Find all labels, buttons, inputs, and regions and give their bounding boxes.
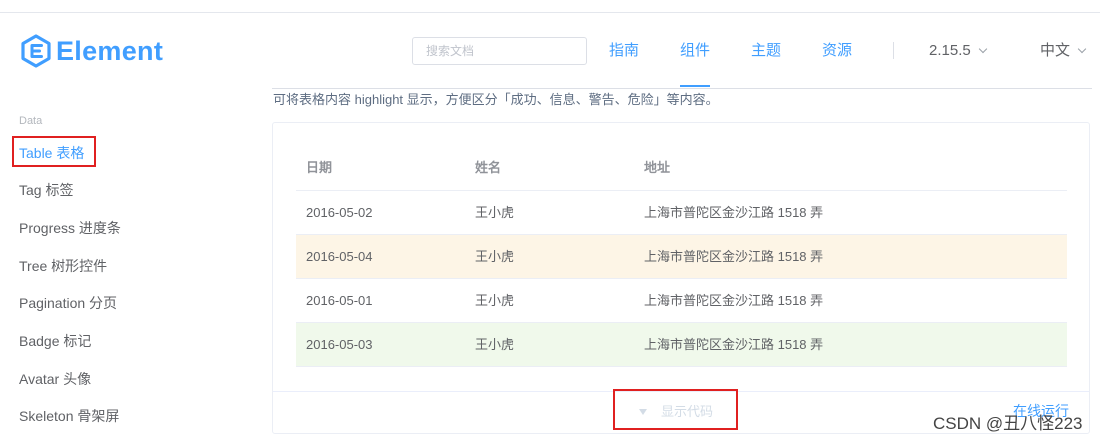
logo-text: Element [56, 36, 164, 66]
cell-address: 上海市普陀区金沙江路 1518 弄 [644, 337, 824, 352]
cell-name: 王小虎 [475, 337, 515, 352]
annotation-box-show-code [613, 389, 738, 430]
element-logo-icon [21, 34, 51, 68]
column-header-date[interactable]: 日期 [306, 145, 332, 191]
sidebar-group-data: Data [19, 115, 43, 127]
cell-address: 上海市普陀区金沙江路 1518 弄 [644, 293, 824, 308]
nav-separator [893, 42, 894, 59]
sidebar-item-badge[interactable]: Badge 标记 [19, 333, 91, 349]
cell-date: 2016-05-04 [306, 249, 373, 264]
sidebar-item-tree[interactable]: Tree 树形控件 [19, 258, 107, 274]
version-dropdown[interactable]: 2.15.5 [929, 42, 987, 60]
cell-name: 王小虎 [475, 293, 515, 308]
language-label: 中文 [1040, 42, 1071, 59]
element-logo[interactable]: Element [20, 34, 163, 68]
chevron-down-icon [1077, 44, 1087, 54]
nav-theme[interactable]: 主题 [751, 42, 781, 60]
demo-card: 日期 姓名 地址 2016-05-02 王小虎 上海市普陀区金沙江路 1518 … [272, 122, 1090, 434]
nav-guide[interactable]: 指南 [609, 42, 639, 60]
top-divider [0, 12, 1100, 13]
chevron-down-icon [978, 44, 987, 54]
table-row-warning[interactable]: 2016-05-04 王小虎 上海市普陀区金沙江路 1518 弄 [296, 235, 1067, 279]
cell-date: 2016-05-02 [306, 205, 373, 220]
nav-resource[interactable]: 资源 [822, 42, 852, 60]
sidebar-item-skeleton[interactable]: Skeleton 骨架屏 [19, 408, 119, 424]
table-row[interactable]: 2016-05-01 王小虎 上海市普陀区金沙江路 1518 弄 [296, 279, 1067, 323]
sidebar-item-progress[interactable]: Progress 进度条 [19, 220, 121, 236]
search-input[interactable]: 搜索文档 [412, 37, 587, 65]
csdn-watermark: CSDN @丑八怪223 [933, 414, 1083, 433]
table-header: 日期 姓名 地址 [296, 145, 1067, 191]
data-table: 日期 姓名 地址 2016-05-02 王小虎 上海市普陀区金沙江路 1518 … [296, 145, 1067, 367]
header-divider [272, 88, 1092, 89]
cell-date: 2016-05-03 [306, 337, 373, 352]
section-description: 可将表格内容 highlight 显示，方便区分「成功、信息、警告、危险」等内容… [273, 92, 719, 107]
cell-date: 2016-05-01 [306, 293, 373, 308]
sidebar-item-pagination[interactable]: Pagination 分页 [19, 295, 117, 311]
sidebar-item-avatar[interactable]: Avatar 头像 [19, 371, 91, 387]
cell-address: 上海市普陀区金沙江路 1518 弄 [644, 205, 824, 220]
table-row-success[interactable]: 2016-05-03 王小虎 上海市普陀区金沙江路 1518 弄 [296, 323, 1067, 367]
column-header-address[interactable]: 地址 [644, 145, 670, 191]
cell-name: 王小虎 [475, 249, 515, 264]
nav-component[interactable]: 组件 [680, 42, 710, 60]
table-row[interactable]: 2016-05-02 王小虎 上海市普陀区金沙江路 1518 弄 [296, 191, 1067, 235]
cell-name: 王小虎 [475, 205, 515, 220]
annotation-box-table [12, 136, 96, 167]
version-label: 2.15.5 [929, 42, 971, 59]
sidebar-item-tag[interactable]: Tag 标签 [19, 182, 73, 198]
column-header-name[interactable]: 姓名 [475, 145, 501, 191]
nav-active-indicator [680, 85, 710, 87]
language-dropdown[interactable]: 中文 [1040, 42, 1087, 60]
cell-address: 上海市普陀区金沙江路 1518 弄 [644, 249, 824, 264]
